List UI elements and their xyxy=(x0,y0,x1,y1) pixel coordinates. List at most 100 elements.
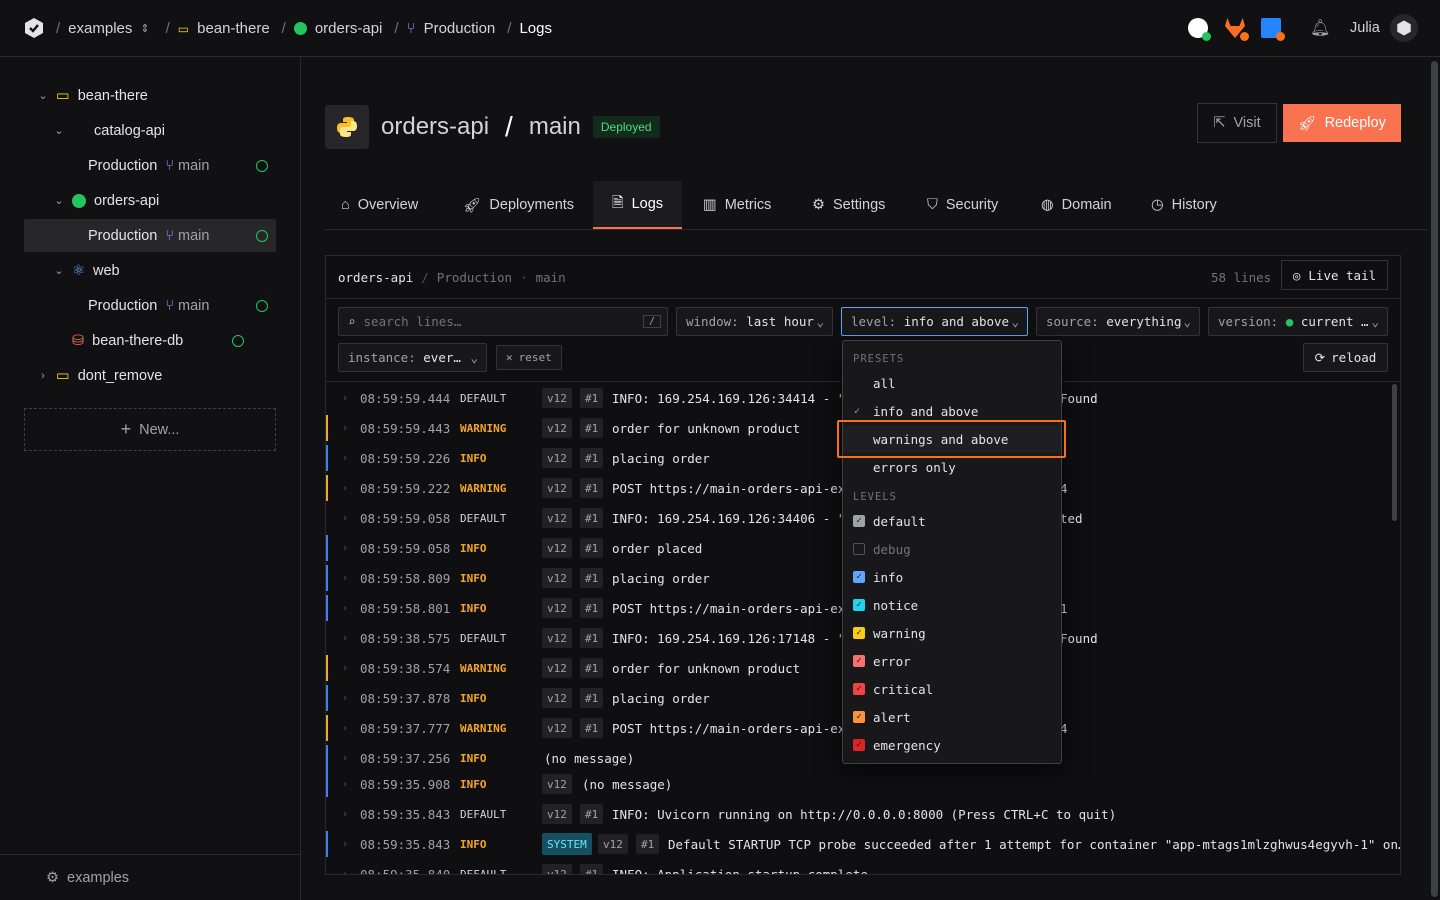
checkbox[interactable]: ✓ xyxy=(853,739,865,751)
chevron-right-icon[interactable]: › xyxy=(342,869,348,875)
tab-security[interactable]: ⛉ Security xyxy=(927,181,998,229)
breadcrumb-org[interactable]: examples xyxy=(68,20,132,37)
checkbox[interactable]: ✓ xyxy=(853,711,865,723)
chevron-updown-icon[interactable]: ⇕ xyxy=(140,22,149,35)
source-select[interactable]: source: everything ⌄ xyxy=(1036,307,1200,336)
tab-logs[interactable]: 🗎 Logs xyxy=(593,181,682,229)
checkbox[interactable]: ✓ xyxy=(853,599,865,611)
chevron-right-icon[interactable]: › xyxy=(342,393,348,404)
reload-label: reload xyxy=(1331,350,1377,365)
log-row[interactable]: › 08:59:35.908 INFO v12 (no message) xyxy=(326,769,1386,799)
chevron-right-icon[interactable]: › xyxy=(342,779,348,790)
level-option-notice[interactable]: ✓ notice xyxy=(843,591,1061,619)
tree-item-env[interactable]: Production ⑂ main xyxy=(88,219,268,252)
log-level: DEFAULT xyxy=(460,807,507,821)
chevron-right-icon[interactable]: › xyxy=(342,603,348,614)
tab-domain[interactable]: ◍ Domain xyxy=(1041,181,1112,229)
instance-pill: #1 xyxy=(580,568,604,588)
tab-deployments[interactable]: 🚀︎ Deployments xyxy=(463,181,574,229)
tab-history[interactable]: ◷ History xyxy=(1151,181,1217,229)
github-icon[interactable] xyxy=(1188,18,1211,41)
level-bar xyxy=(326,771,328,797)
search-icon: ⌕ xyxy=(348,314,356,329)
chevron-right-icon[interactable]: › xyxy=(342,753,348,764)
reset-button[interactable]: ✕ reset xyxy=(496,345,562,370)
instance-select[interactable]: instance: ever… ⌄ xyxy=(338,343,487,372)
chevron-right-icon[interactable]: › xyxy=(342,423,348,434)
chevron-right-icon[interactable]: › xyxy=(342,693,348,704)
tree-item-bean-there[interactable]: ⌄ ▭ bean-there xyxy=(36,79,276,112)
level-option-debug[interactable]: debug xyxy=(843,535,1061,563)
checkbox[interactable]: ✓ xyxy=(853,683,865,695)
level-option-warning[interactable]: ✓ warning xyxy=(843,619,1061,647)
chevron-right-icon[interactable]: › xyxy=(342,483,348,494)
logo-icon[interactable] xyxy=(22,16,46,40)
visit-button[interactable]: ⇱ Visit xyxy=(1197,103,1277,143)
checkbox[interactable]: ✓ xyxy=(853,655,865,667)
breadcrumb-project[interactable]: bean-there xyxy=(197,20,270,37)
chevron-down-icon[interactable]: ⌄ xyxy=(36,89,50,102)
tree-item-env[interactable]: Production ⑂ main xyxy=(88,289,268,322)
tab-metrics[interactable]: ▥ Metrics xyxy=(703,181,771,229)
chevron-right-icon[interactable]: › xyxy=(342,573,348,584)
checkbox[interactable] xyxy=(853,543,865,555)
tree-item-db[interactable]: ⛁ bean-there-db xyxy=(72,324,244,357)
checkbox[interactable]: ✓ xyxy=(853,515,865,527)
search-field[interactable]: ⌕ search lines… / xyxy=(338,307,668,336)
level-option-info[interactable]: ✓ info xyxy=(843,563,1061,591)
chevron-right-icon[interactable]: › xyxy=(342,723,348,734)
tree-item-label: bean-there-db xyxy=(92,332,184,349)
tab-settings[interactable]: ⚙ Settings xyxy=(812,181,885,229)
breadcrumb-env[interactable]: Production xyxy=(424,20,496,37)
new-button[interactable]: + New... xyxy=(24,408,276,451)
chevron-right-icon[interactable]: › xyxy=(342,809,348,820)
redeploy-button[interactable]: 🚀︎ Redeploy xyxy=(1283,104,1401,142)
chevron-right-icon[interactable]: › xyxy=(342,453,348,464)
chevron-right-icon[interactable]: › xyxy=(36,370,50,382)
log-level: INFO xyxy=(460,751,487,765)
tab-overview[interactable]: ⌂ Overview xyxy=(341,181,418,229)
page-scrollbar[interactable] xyxy=(1431,61,1438,897)
tree-item-label: Production xyxy=(88,227,158,244)
chevron-right-icon[interactable]: › xyxy=(342,839,348,850)
log-row[interactable]: › 08:59:35.843 DEFAULT v12 #1 INFO: Uvicorn r… xyxy=(326,799,1386,829)
tree-item-orders-api[interactable]: ⌄ orders-api xyxy=(52,184,276,217)
checkbox[interactable]: ✓ xyxy=(853,627,865,639)
level-option-error[interactable]: ✓ error xyxy=(843,647,1061,675)
chevron-right-icon[interactable]: › xyxy=(342,543,348,554)
level-select[interactable]: level: info and above ⌄ xyxy=(841,307,1028,336)
version-value: current … xyxy=(1300,314,1369,329)
version-pill: v12 xyxy=(542,774,572,794)
tree-item-dont-remove[interactable]: › ▭ dont_remove xyxy=(36,359,276,392)
bell-icon[interactable]: 🔔︎ xyxy=(1310,18,1330,38)
log-level: DEFAULT xyxy=(460,867,507,875)
sidebar-footer[interactable]: ⚙ examples xyxy=(0,854,300,900)
tree-item-web[interactable]: ⌄ ⚛ web xyxy=(52,254,276,287)
folder-icon: ▭ xyxy=(56,367,70,384)
chevron-down-icon[interactable]: ⌄ xyxy=(52,194,66,207)
tree-item-env[interactable]: Production ⑂ main xyxy=(88,149,268,182)
checkbox[interactable]: ✓ xyxy=(853,571,865,583)
chevron-down-icon[interactable]: ⌄ xyxy=(52,264,66,277)
instance-pill: #1 xyxy=(580,388,604,408)
level-option-default[interactable]: ✓ default xyxy=(843,507,1061,535)
chevron-right-icon[interactable]: › xyxy=(342,513,348,524)
chevron-right-icon[interactable]: › xyxy=(342,633,348,644)
level-option-emergency[interactable]: ✓ emergency xyxy=(843,731,1061,759)
breadcrumb-service[interactable]: orders-api xyxy=(315,20,383,37)
window-select[interactable]: window: last hour ⌄ xyxy=(676,307,833,336)
scrollbar-thumb[interactable] xyxy=(1392,384,1397,521)
avatar[interactable] xyxy=(1390,14,1418,42)
log-row[interactable]: › 08:59:35.840 DEFAULT v12 #1 INFO: Applicati… xyxy=(326,859,1386,875)
tree-item-catalog-api[interactable]: ⌄ catalog-api xyxy=(52,114,276,147)
preset-all[interactable]: all xyxy=(843,369,1061,397)
chevron-down-icon[interactable]: ⌄ xyxy=(52,124,66,137)
live-tail-button[interactable]: ◎ Live tail xyxy=(1281,260,1388,290)
level-option-alert[interactable]: ✓ alert xyxy=(843,703,1061,731)
log-row[interactable]: › 08:59:35.843 INFO SYSTEM v12 #1 Default STAR… xyxy=(326,829,1400,859)
reload-button[interactable]: ⟳ reload xyxy=(1303,343,1388,372)
level-option-critical[interactable]: ✓ critical xyxy=(843,675,1061,703)
user-name[interactable]: Julia xyxy=(1350,20,1380,36)
chevron-right-icon[interactable]: › xyxy=(342,663,348,674)
version-select[interactable]: version: ● current … ⌄ xyxy=(1208,307,1388,336)
